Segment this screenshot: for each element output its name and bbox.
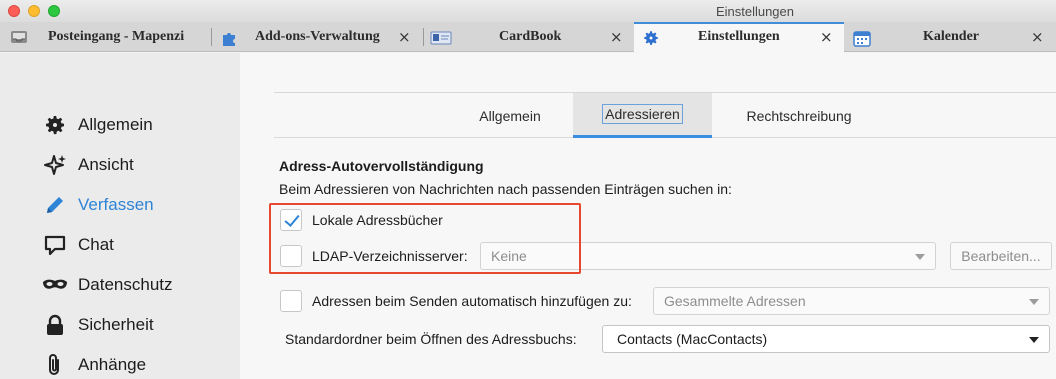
gear-icon [642, 29, 660, 52]
section-description: Beim Adressieren von Nachrichten nach pa… [279, 181, 732, 197]
sidebar-item-label: Verfassen [78, 195, 154, 214]
chat-bubble-icon [42, 232, 68, 258]
chevron-down-icon [1029, 299, 1039, 305]
close-tab-button[interactable]: × [398, 28, 411, 46]
tab-bar: Posteingang - Mapenzi Add-ons-Verwaltung… [0, 22, 1056, 53]
section-title: Adress-Autovervollständigung [279, 158, 484, 174]
sidebar-item-view[interactable]: Ansicht [42, 151, 134, 179]
cardbook-icon [430, 31, 452, 50]
auto-add-target-value: Gesammelte Adressen [664, 293, 806, 309]
sidebar-item-compose[interactable]: Verfassen [42, 191, 154, 219]
default-folder-label: Standardordner beim Öffnen des Adressbuc… [285, 331, 577, 347]
close-tab-button[interactable]: × [820, 28, 833, 46]
default-folder-select[interactable]: Contacts (MacContacts) [602, 325, 1050, 353]
tab-calendar[interactable]: Kalender × [845, 22, 1056, 52]
sidebar-item-label: Ansicht [78, 155, 134, 174]
default-folder-value: Contacts (MacContacts) [617, 331, 768, 347]
annotation-highlight [269, 203, 581, 274]
chevron-down-icon [915, 254, 925, 260]
sidebar-item-general[interactable]: Allgemein [42, 111, 153, 139]
auto-add-checkbox[interactable] [280, 290, 302, 312]
sidebar-item-attachments[interactable]: Anhänge [42, 351, 146, 379]
sidebar-item-label: Sicherheit [78, 315, 154, 334]
tab-addons[interactable]: Add-ons-Verwaltung × [212, 22, 423, 52]
close-tab-button[interactable]: × [1031, 28, 1044, 46]
close-tab-button[interactable]: × [610, 28, 623, 46]
sidebar-item-label: Anhänge [78, 355, 147, 374]
inbox-icon [10, 29, 28, 50]
auto-add-target-select[interactable]: Gesammelte Adressen [653, 287, 1050, 315]
edit-ldap-button[interactable]: Bearbeiten... [950, 242, 1052, 270]
subtab-general[interactable]: Allgemein [454, 93, 566, 138]
gear-icon [42, 112, 68, 138]
paperclip-icon [42, 352, 68, 378]
sidebar-item-label: Datenschutz [78, 275, 173, 294]
subtab-label: Adressieren [602, 104, 683, 124]
tab-cardbook[interactable]: CardBook × [424, 22, 634, 52]
subtab-addressing[interactable]: Adressieren [573, 93, 712, 138]
sidebar-item-security[interactable]: Sicherheit [42, 311, 154, 339]
pencil-icon [42, 192, 68, 218]
tab-inbox[interactable]: Posteingang - Mapenzi [0, 22, 210, 52]
sidebar-item-label: Chat [78, 235, 114, 254]
window-title: Einstellungen [715, 4, 794, 19]
auto-add-label: Adressen beim Senden automatisch hinzufü… [312, 293, 632, 309]
calendar-icon [853, 29, 871, 52]
puzzle-icon [220, 29, 238, 52]
tab-settings[interactable]: Einstellungen × [634, 22, 844, 53]
sidebar-item-chat[interactable]: Chat [42, 231, 114, 259]
mask-icon [42, 272, 68, 298]
subtab-spelling[interactable]: Rechtschreibung [728, 93, 870, 138]
title-bar: Einstellungen [0, 0, 1056, 22]
lock-icon [42, 312, 68, 338]
sidebar-item-privacy[interactable]: Datenschutz [42, 271, 173, 299]
chevron-down-icon [1029, 337, 1039, 343]
subtab-bar: Allgemein Adressieren Rechtschreibung [274, 92, 1056, 138]
sidebar-item-label: Allgemein [78, 115, 153, 134]
sparkle-icon [42, 152, 68, 178]
